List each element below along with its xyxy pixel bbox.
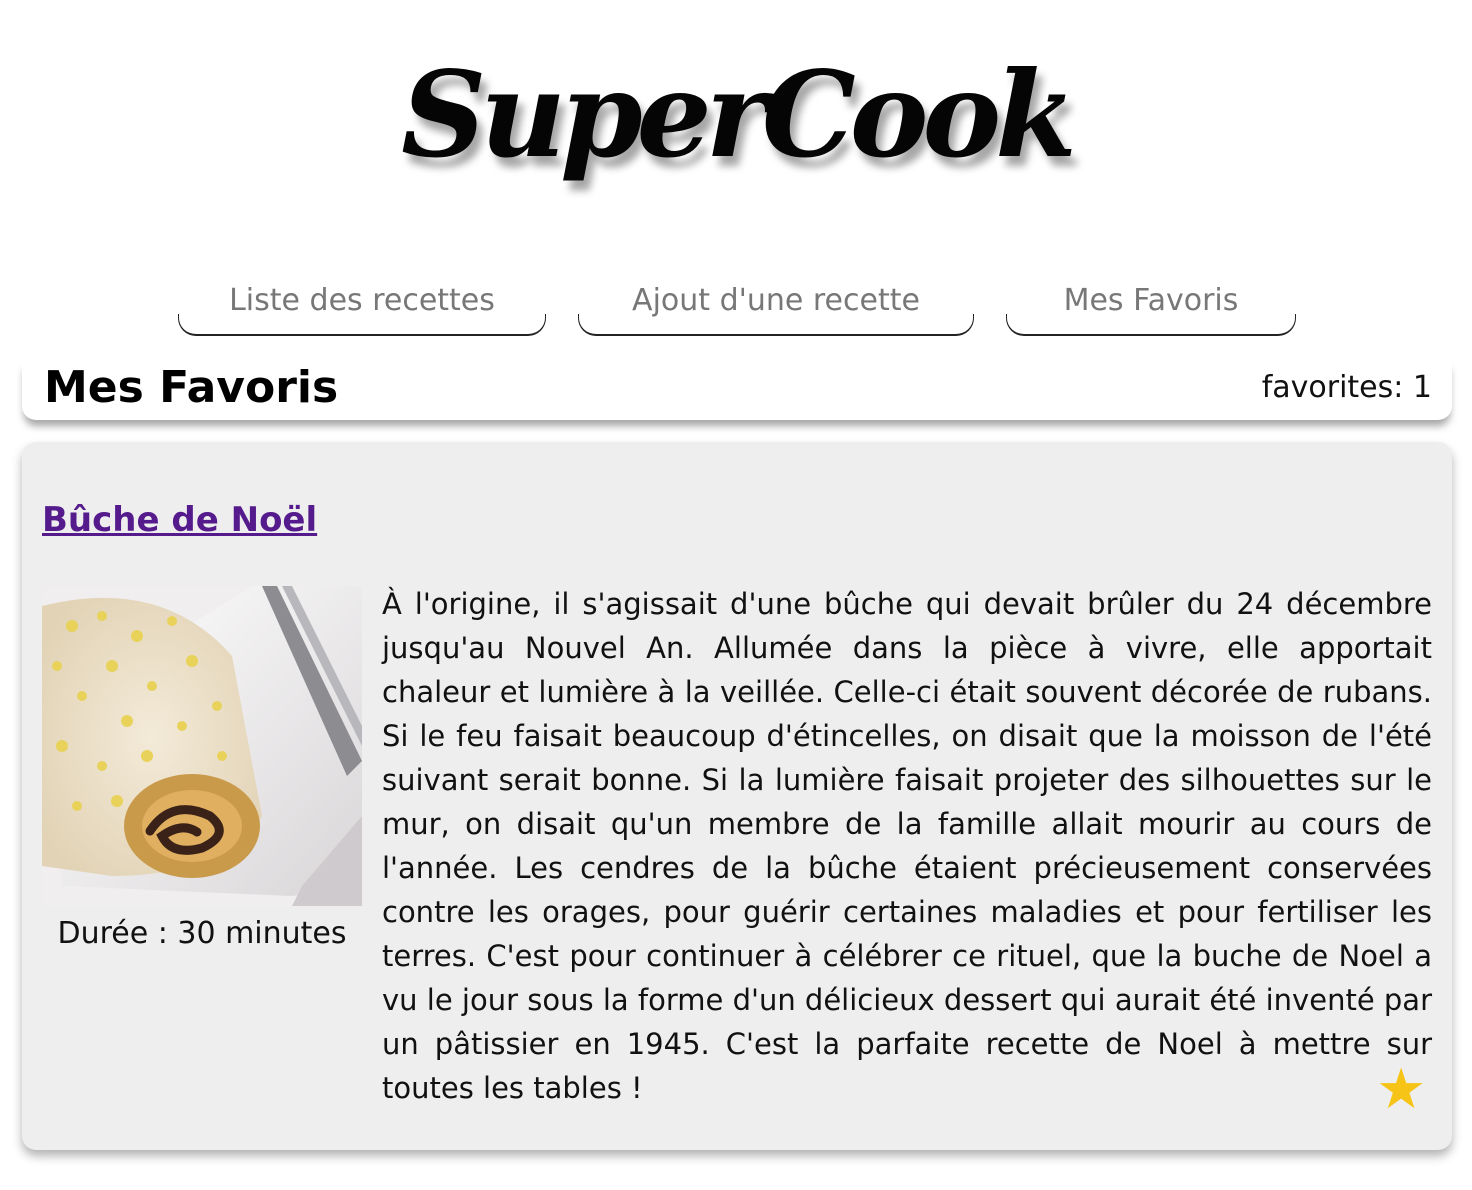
recipe-description: À l'origine, il s'agissait d'une bûche q… <box>382 587 1432 1105</box>
app-logo: SuperCook <box>401 45 1077 184</box>
recipe-duration: Durée : 30 minutes <box>57 916 347 951</box>
favorites-count: favorites: 1 <box>1261 370 1432 405</box>
buche-photo-illustration <box>42 586 362 906</box>
page-title: Mes Favoris <box>44 362 339 413</box>
tab-recipe-list[interactable]: Liste des recettes <box>178 270 546 336</box>
tab-favorites[interactable]: Mes Favoris <box>1006 270 1296 336</box>
favorites-header: Mes Favoris favorites: 1 <box>22 360 1452 420</box>
recipe-title-link[interactable]: Bûche de Noël <box>42 500 317 540</box>
tab-add-recipe[interactable]: Ajout d'une recette <box>578 270 974 336</box>
recipe-card: Bûche de Noël Durée: 30 minutes À l'ori… <box>22 442 1452 1150</box>
recipe-image <box>42 586 362 906</box>
star-icon[interactable]: ★ <box>1376 1062 1426 1118</box>
